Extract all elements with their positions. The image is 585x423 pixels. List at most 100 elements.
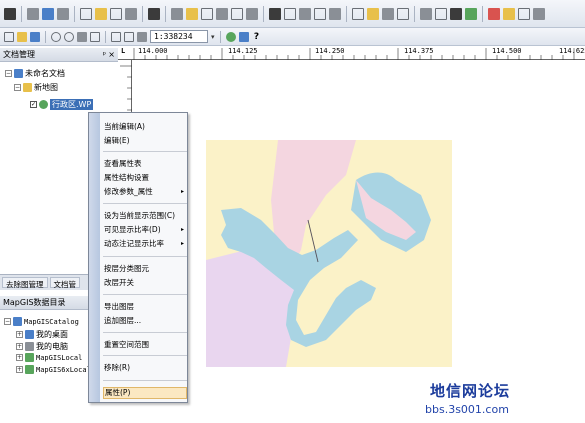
filter-icon[interactable] <box>171 7 183 20</box>
pin-icon[interactable]: ᵖ <box>103 48 106 61</box>
zoom-in-icon[interactable] <box>51 31 61 42</box>
select-tool-icon[interactable] <box>148 7 160 20</box>
menu-item[interactable]: 修改参数_属性 ▸ <box>103 186 187 198</box>
menu-item-label: 按层分类图元 <box>104 264 149 273</box>
menu-item[interactable]: 追加图层... <box>103 315 187 327</box>
close-icon[interactable]: × <box>108 48 115 61</box>
scale-input[interactable]: 1:338234 <box>150 30 208 43</box>
menu-item[interactable]: 可见显示比率(D) ▸ <box>103 224 187 236</box>
menu-item-label: 导出图层 <box>104 302 134 311</box>
menu-item-label: 当前编辑(A) <box>104 122 145 131</box>
menu-item[interactable]: 改层开关 <box>103 277 187 289</box>
catalog-root[interactable]: − MapGISCatalog <box>4 317 79 326</box>
split-icon[interactable] <box>314 7 326 20</box>
menu-item[interactable]: 编辑(E) <box>103 135 187 147</box>
menu-item[interactable]: 导出图层 <box>103 301 187 313</box>
menu-item[interactable]: 动态注记显示比率 ▸ <box>103 238 187 250</box>
previous-view-icon[interactable] <box>124 31 134 42</box>
tab-document-manager[interactable]: 文档管 <box>49 277 80 289</box>
scale-dropdown-icon[interactable]: ▾ <box>211 33 215 41</box>
new-file-icon[interactable] <box>4 31 14 42</box>
paste-icon[interactable] <box>57 7 69 20</box>
measure-icon[interactable] <box>137 31 147 42</box>
collapse-icon[interactable]: − <box>14 84 21 91</box>
merge-icon[interactable] <box>329 7 341 20</box>
expand-icon[interactable]: + <box>16 366 23 373</box>
toolbar-separator <box>263 5 264 22</box>
menu-item[interactable]: 当前编辑(A) <box>103 121 187 133</box>
tree-map[interactable]: − 新地图 <box>14 82 58 93</box>
snap-icon[interactable] <box>420 7 432 20</box>
edit-icon[interactable] <box>80 7 92 20</box>
edit-line-icon[interactable] <box>110 7 122 20</box>
expand-icon[interactable]: + <box>16 331 23 338</box>
scissors-icon[interactable] <box>299 7 311 20</box>
cut-icon[interactable] <box>27 7 39 20</box>
catalog-item-computer[interactable]: + 我的电脑 <box>16 341 68 352</box>
desktop-icon <box>25 330 34 339</box>
menu-item[interactable]: 移除(R) <box>103 362 187 374</box>
toolbar-separator <box>45 30 46 43</box>
flag-icon[interactable] <box>465 7 477 20</box>
ruler-label: 114.000 <box>138 47 168 55</box>
map-canvas[interactable] <box>206 140 452 367</box>
expand-icon[interactable]: + <box>16 354 23 361</box>
collapse-icon[interactable]: − <box>5 70 12 77</box>
layer-icon[interactable] <box>216 7 228 20</box>
catalog-item-local[interactable]: + MapGISLocal <box>16 353 82 362</box>
edit-point-icon[interactable] <box>95 7 107 20</box>
pan-icon[interactable] <box>90 31 100 42</box>
menu-item[interactable]: 属性结构设置 <box>103 172 187 184</box>
tree-map-label: 新地图 <box>34 83 58 92</box>
draw-icon[interactable] <box>269 7 281 20</box>
save-icon[interactable] <box>30 31 40 42</box>
menu-item[interactable]: 重置空间范围 <box>103 339 187 351</box>
toolbar-separator <box>346 5 347 22</box>
copy-icon[interactable] <box>42 7 54 20</box>
modify-icon[interactable] <box>186 7 198 20</box>
edit-area-icon[interactable] <box>125 7 137 20</box>
layer-visible-checkbox[interactable]: ✓ <box>30 101 37 108</box>
menu-separator <box>103 256 187 257</box>
pointer-icon[interactable] <box>4 7 16 20</box>
help-icon[interactable]: ? <box>252 32 262 42</box>
expand-icon[interactable]: + <box>16 343 23 350</box>
collapse-icon[interactable]: − <box>4 318 11 325</box>
menu-item[interactable]: 查看属性表 <box>103 158 187 170</box>
full-extent-icon[interactable] <box>77 31 87 42</box>
toolbar-separator <box>142 5 143 22</box>
submenu-arrow-icon: ▸ <box>180 226 184 233</box>
redo-edit-icon[interactable] <box>533 7 545 20</box>
ruler-label: 114.375 <box>404 47 434 55</box>
tab-layer-manager[interactable]: 去除图管理 <box>2 277 48 289</box>
menu-item[interactable]: 属性(P) <box>103 387 187 399</box>
clock-icon[interactable] <box>352 7 364 20</box>
catalog-item-6xlocal[interactable]: + MapGIS6xLocal <box>16 365 91 374</box>
tree-root[interactable]: − 未命名文档 <box>5 68 65 79</box>
menu-item[interactable]: 按层分类图元 <box>103 263 187 275</box>
open-folder-icon[interactable] <box>17 31 27 42</box>
vertex-icon[interactable] <box>435 7 447 20</box>
point-icon[interactable] <box>450 7 462 20</box>
table-icon[interactable] <box>246 7 258 20</box>
menu-separator <box>103 380 187 381</box>
catalog-item-label: 我的桌面 <box>36 330 68 339</box>
attribute-icon[interactable] <box>201 7 213 20</box>
menu-item[interactable]: 设为当前显示范围(C) <box>103 210 187 222</box>
catalog-item-desktop[interactable]: + 我的桌面 <box>16 329 68 340</box>
layer-manager-icon[interactable] <box>238 31 249 42</box>
node-edit-icon[interactable] <box>367 7 379 20</box>
highlight-icon[interactable] <box>503 7 515 20</box>
zoom-out-icon[interactable] <box>64 31 74 42</box>
refresh-icon[interactable] <box>111 31 121 42</box>
menu-separator <box>103 294 187 295</box>
delete-icon[interactable] <box>488 7 500 20</box>
move-icon[interactable] <box>382 7 394 20</box>
catalog-item-label: MapGISLocal <box>36 353 83 362</box>
line-tool-icon[interactable] <box>284 7 296 20</box>
rotate-icon[interactable] <box>397 7 409 20</box>
tree-layer[interactable]: ✓ 行政区.WP <box>30 99 94 110</box>
grid-icon[interactable] <box>231 7 243 20</box>
undo-edit-icon[interactable] <box>518 7 530 20</box>
globe-icon[interactable] <box>225 31 236 42</box>
